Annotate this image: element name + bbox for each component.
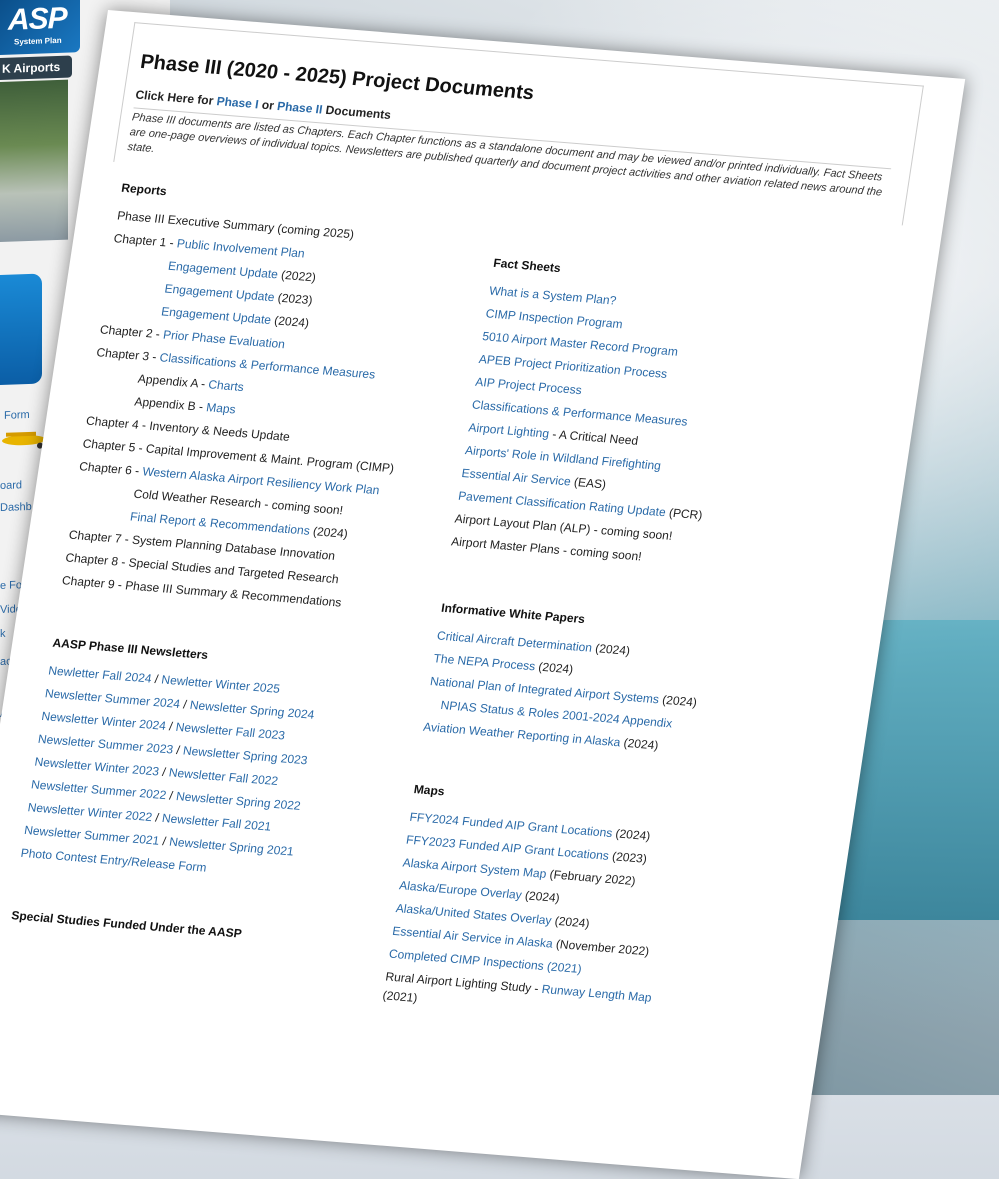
report-label: Appendix A -: [136, 371, 210, 392]
maps-list: FFY2024 Funded AIP Grant Locations (2024…: [384, 806, 790, 1019]
report-label: Appendix B -: [133, 394, 208, 415]
report-label: Chapter 3 -: [95, 345, 161, 365]
sidebar-link[interactable]: oard: [0, 479, 22, 492]
fact-sheets-list: What is a System Plan? CIMP Inspection Pr…: [450, 280, 870, 584]
report-year: (2023): [273, 290, 314, 308]
fact-sheet-link[interactable]: AIP Project Process: [474, 375, 582, 397]
logo-text: ASP: [8, 1, 67, 37]
newsletter-link[interactable]: Newletter Fall 2024: [47, 663, 152, 685]
report-year: (2024): [270, 313, 311, 331]
report-label: Chapter 6 -: [78, 459, 144, 479]
report-year: (2024): [308, 523, 349, 541]
map-link[interactable]: Runway Length Map: [541, 982, 653, 1005]
phase-2-link[interactable]: Phase II: [276, 99, 323, 117]
logo-subtitle: System Plan: [14, 35, 62, 47]
click-prefix: Click Here for: [134, 87, 215, 108]
sidebar-feature-tile[interactable]: [0, 273, 42, 385]
report-label: Chapter 1 -: [112, 231, 179, 251]
white-paper-year: (2024): [619, 735, 660, 753]
phase-1-link[interactable]: Phase I: [216, 94, 260, 111]
white-paper-year: (2024): [657, 692, 698, 710]
map-year: (February 2022): [545, 867, 637, 889]
fact-sheet-note: - A Critical Need: [548, 426, 640, 448]
report-label: Chapter 2 -: [99, 322, 165, 342]
fact-sheet-link[interactable]: Airport Lighting: [468, 420, 551, 440]
reports-list: Phase III Executive Summary (coming 2025…: [60, 205, 497, 623]
report-year: (2022): [276, 267, 317, 285]
report-link[interactable]: Charts: [207, 377, 244, 394]
white-paper-year: (2024): [590, 640, 632, 658]
sidebar-link[interactable]: Dashb: [0, 501, 32, 514]
map-year: (2024): [520, 888, 561, 906]
sidebar-link[interactable]: Form: [4, 409, 30, 422]
click-suffix: Documents: [324, 102, 392, 122]
map-year: (2024): [550, 913, 591, 931]
map-year: (November 2022): [551, 936, 651, 959]
map-year: (2024): [611, 826, 652, 844]
report-link[interactable]: Maps: [205, 400, 236, 416]
document-panel: Phase III (2020 - 2025) Project Document…: [0, 10, 966, 1179]
map-year: (2023): [607, 848, 648, 866]
nav-airports-button[interactable]: K Airports: [0, 55, 72, 80]
white-paper-year: (2024): [534, 659, 575, 677]
white-paper-link[interactable]: The NEPA Process: [433, 651, 537, 673]
sidebar-photo: [0, 79, 68, 242]
newsletters-list: Newletter Fall 2024 / Newletter Winter 2…: [23, 659, 429, 872]
fact-sheet-note: (EAS): [569, 474, 608, 492]
site-logo[interactable]: ASP System Plan: [0, 0, 80, 56]
or-text: or: [260, 97, 275, 113]
sidebar-link[interactable]: k: [0, 628, 6, 640]
fact-sheet-note: (PCR): [664, 505, 704, 523]
